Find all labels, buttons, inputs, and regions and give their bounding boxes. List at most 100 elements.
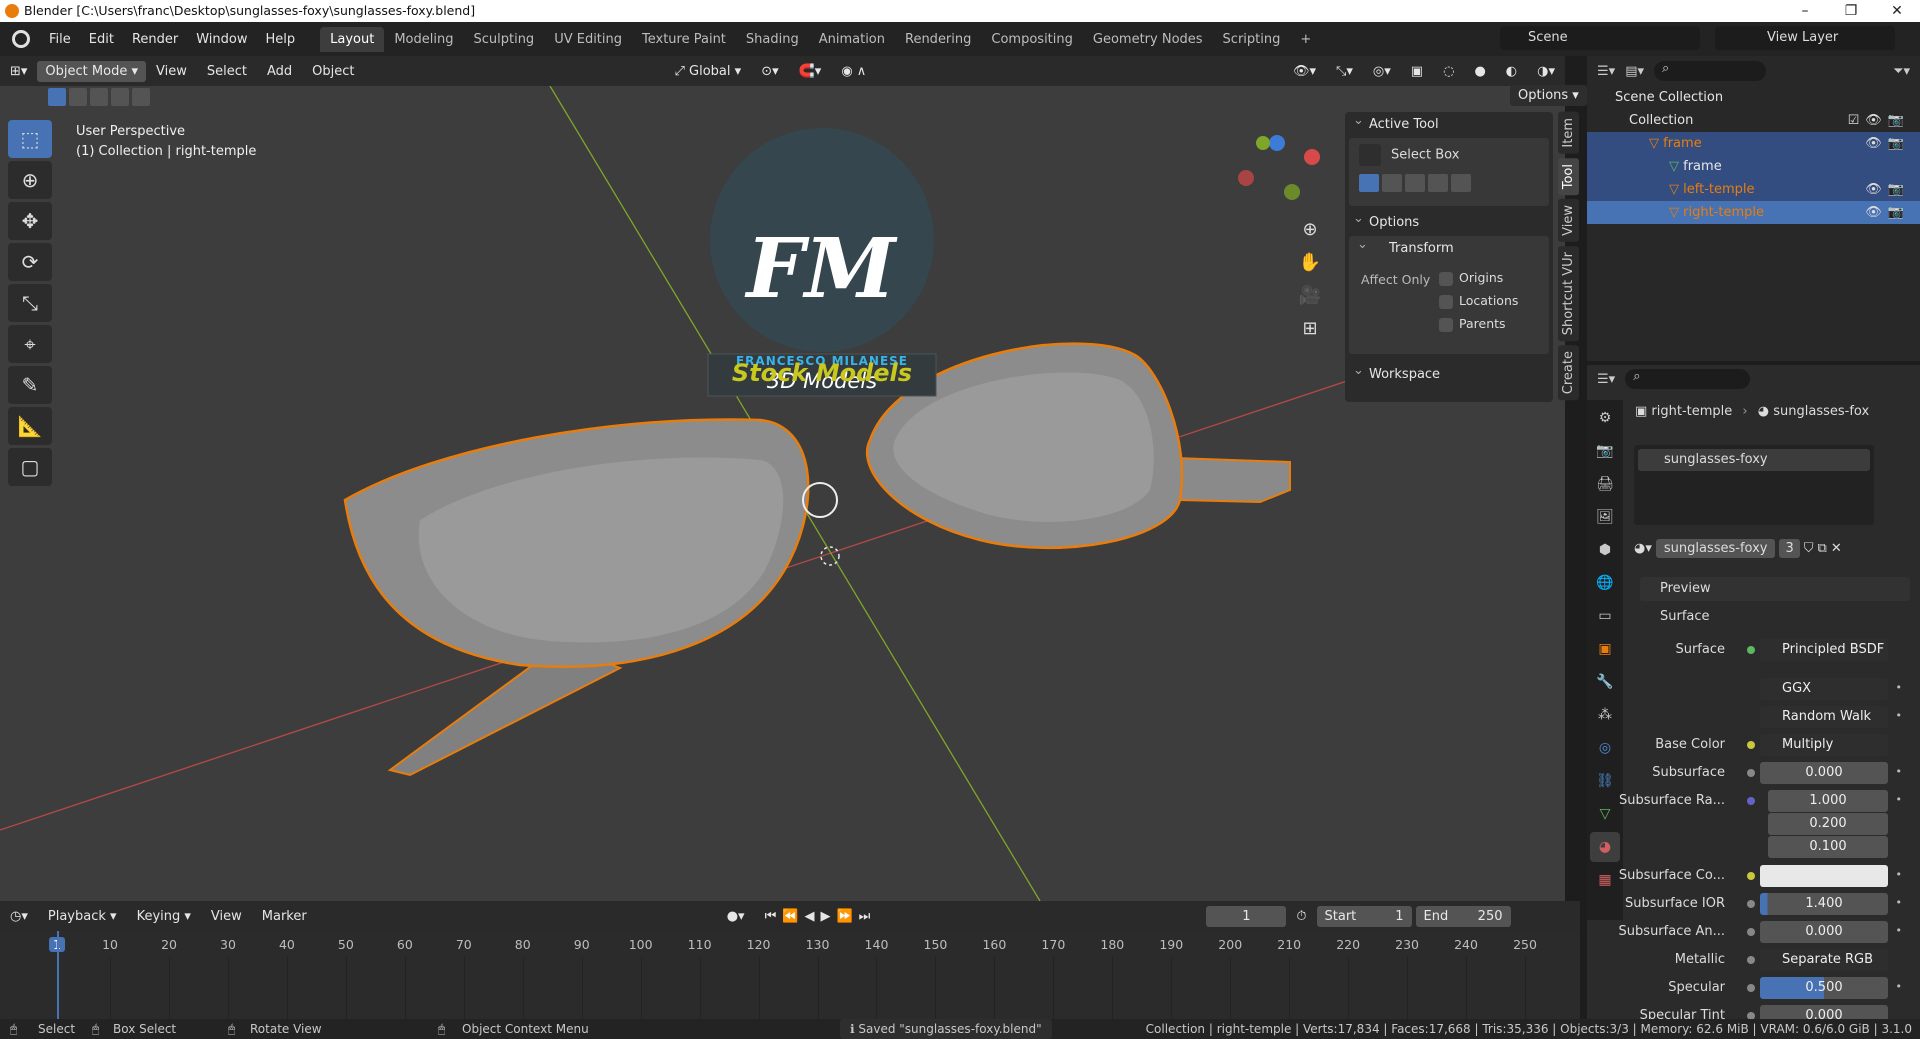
scale-tool-icon[interactable]: ⤡: [8, 284, 52, 322]
select-box-tool-icon[interactable]: ⬚: [8, 120, 52, 158]
material-slot-item[interactable]: sunglasses-foxy: [1638, 449, 1870, 471]
outliner-search-input[interactable]: ⌕: [1654, 61, 1766, 81]
outliner-type-icon[interactable]: ☰▾: [1597, 64, 1615, 79]
mode-subtract-icon[interactable]: [1405, 174, 1425, 192]
surface-panel-header[interactable]: Surface: [1640, 605, 1910, 629]
measure-tool-icon[interactable]: 📐: [8, 407, 52, 445]
menu-select[interactable]: Select: [197, 64, 257, 79]
gizmo-neg-y[interactable]: [1284, 184, 1300, 200]
mode-dropdown[interactable]: Object Mode ▾: [37, 60, 146, 82]
material-browse-icon[interactable]: ◕▾: [1634, 541, 1652, 556]
shading-solid-icon[interactable]: ●: [1464, 64, 1495, 79]
unlink-icon[interactable]: ✕: [1831, 541, 1842, 556]
outliner-item-frame-mesh[interactable]: ▽ frame: [1587, 155, 1920, 178]
active-tool-header[interactable]: Active Tool: [1345, 108, 1553, 138]
add-cube-tool-icon[interactable]: ▢: [8, 448, 52, 486]
anim-dot[interactable]: •: [1896, 765, 1903, 778]
view-layer-props-icon[interactable]: 🖼: [1590, 502, 1620, 532]
record-icon[interactable]: ●▾: [717, 909, 755, 924]
tab-create[interactable]: Create: [1558, 344, 1579, 401]
anim-dot[interactable]: •: [1896, 868, 1903, 881]
editor-type-icon[interactable]: ⊞▾: [0, 64, 37, 79]
gizmo-y[interactable]: [1256, 136, 1270, 150]
preview-panel-header[interactable]: Preview: [1640, 577, 1910, 601]
tool-props-icon[interactable]: ⚙: [1590, 403, 1620, 433]
add-workspace-icon[interactable]: +: [1290, 27, 1321, 52]
menu-render[interactable]: Render: [123, 32, 187, 47]
shading-rendered-icon[interactable]: ◑▾: [1527, 64, 1565, 79]
parents-checkbox[interactable]: Parents: [1439, 316, 1506, 332]
options-dropdown[interactable]: Options ▾: [1510, 85, 1587, 106]
pan-hand-icon[interactable]: ✋: [1296, 252, 1324, 273]
constraints-props-icon[interactable]: ⛓: [1590, 766, 1620, 796]
tab-sculpting[interactable]: Sculpting: [463, 27, 544, 52]
gizmo-z[interactable]: [1269, 135, 1285, 151]
filter-icon[interactable]: ⏷▾: [1893, 64, 1910, 79]
tab-uv-editing[interactable]: UV Editing: [544, 27, 632, 52]
3d-viewport[interactable]: FM FRANCESCO MILANESE 3D Models Stock Mo…: [0, 86, 1565, 901]
ortho-grid-icon[interactable]: ⊞: [1296, 318, 1324, 339]
menu-object[interactable]: Object: [302, 64, 364, 79]
rotate-tool-icon[interactable]: ⟳: [8, 243, 52, 281]
playhead[interactable]: [57, 931, 59, 1019]
physics-props-icon[interactable]: ◎: [1590, 733, 1620, 763]
outliner-collection[interactable]: Collection ☑👁📷: [1587, 109, 1920, 132]
menu-marker[interactable]: Marker: [252, 909, 317, 924]
collection-props-icon[interactable]: ▭: [1590, 601, 1620, 631]
tab-modeling[interactable]: Modeling: [384, 27, 463, 52]
menu-keying[interactable]: Keying ▾: [127, 909, 201, 924]
display-mode-icon[interactable]: ▤▾: [1625, 64, 1644, 79]
data-props-icon[interactable]: ▽: [1590, 799, 1620, 829]
material-slot-list[interactable]: sunglasses-foxy: [1634, 445, 1874, 525]
subsurface-radius-z[interactable]: 0.100: [1768, 836, 1888, 858]
annotate-tool-icon[interactable]: ✎: [8, 366, 52, 404]
mode-intersect-icon[interactable]: [1451, 174, 1471, 192]
anim-dot[interactable]: •: [1896, 709, 1903, 722]
tab-animation[interactable]: Animation: [809, 27, 895, 52]
particles-props-icon[interactable]: ⁂: [1590, 700, 1620, 730]
menu-playback[interactable]: Playback ▾: [38, 909, 127, 924]
tab-item[interactable]: Item: [1558, 112, 1579, 154]
menu-window[interactable]: Window: [187, 32, 256, 47]
tab-compositing[interactable]: Compositing: [981, 27, 1083, 52]
material-users[interactable]: 3: [1779, 538, 1800, 558]
select-new-icon[interactable]: [48, 88, 66, 106]
mode-invert-icon[interactable]: [1428, 174, 1448, 192]
start-frame-field[interactable]: Start 1: [1316, 905, 1412, 927]
current-frame-field[interactable]: 1: [1206, 905, 1287, 927]
outliner-scene-collection[interactable]: Scene Collection: [1587, 86, 1920, 109]
fake-user-icon[interactable]: ⛉: [1804, 541, 1814, 556]
specular-tint-value[interactable]: 0.000: [1760, 1005, 1888, 1019]
xray-icon[interactable]: ▣: [1401, 64, 1433, 79]
end-frame-field[interactable]: End 250: [1415, 905, 1511, 927]
camera-icon[interactable]: 🎥: [1296, 285, 1324, 306]
orientation-dropdown[interactable]: ⤢ Global ▾: [664, 64, 751, 79]
preview-range-icon[interactable]: ⏱: [1286, 909, 1316, 924]
scene-props-icon[interactable]: ⬢: [1590, 535, 1620, 565]
tab-shading[interactable]: Shading: [736, 27, 809, 52]
scene-selector[interactable]: Scene: [1500, 26, 1700, 50]
tab-scripting[interactable]: Scripting: [1213, 27, 1291, 52]
outliner-item-left-temple[interactable]: ▽ left-temple 👁📷: [1587, 178, 1920, 201]
base-color-value[interactable]: Multiply: [1760, 734, 1888, 756]
duplicate-icon[interactable]: ⧉: [1818, 541, 1827, 556]
workspace-header[interactable]: Workspace: [1345, 358, 1553, 388]
outliner-item-frame[interactable]: ▽ frame 👁📷: [1587, 132, 1920, 155]
anim-dot[interactable]: •: [1896, 681, 1903, 694]
object-props-icon[interactable]: ▣: [1590, 634, 1620, 664]
menu-view[interactable]: View: [146, 64, 197, 79]
timeline-editor-icon[interactable]: ◷▾: [0, 909, 38, 924]
right-temple-toggle-icons[interactable]: 👁📷: [1865, 201, 1910, 224]
playback-controls[interactable]: ⏮⏪◀▶⏩⏭: [755, 909, 887, 924]
visibility-icon[interactable]: 👁▾: [1283, 64, 1326, 79]
subsurface-ior-value[interactable]: 1.400: [1760, 893, 1888, 915]
maximize-icon[interactable]: ❐: [1828, 0, 1874, 22]
subsurface-color-swatch[interactable]: [1760, 865, 1888, 887]
options-header[interactable]: Options: [1345, 206, 1553, 236]
surface-value[interactable]: Principled BSDF: [1760, 639, 1888, 661]
menu-timeline-view[interactable]: View: [201, 909, 252, 924]
material-name-field[interactable]: sunglasses-foxy: [1655, 538, 1776, 558]
shading-wire-icon[interactable]: ◌: [1433, 64, 1464, 79]
mode-extend-icon[interactable]: [1382, 174, 1402, 192]
anim-dot[interactable]: •: [1896, 793, 1903, 806]
